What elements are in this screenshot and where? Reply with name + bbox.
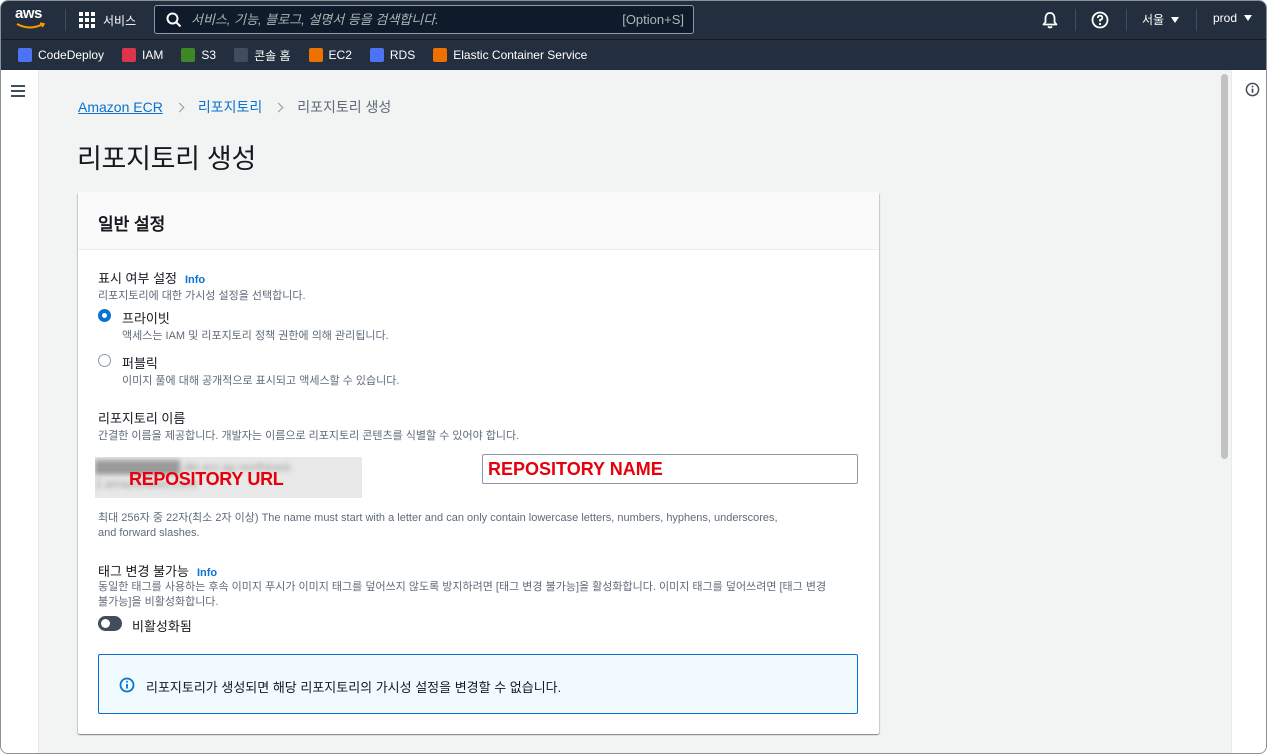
notifications-bell-icon[interactable] — [1040, 10, 1060, 30]
ec2-icon — [308, 48, 323, 62]
favorite-label: IAM — [142, 48, 164, 62]
repository-name-input[interactable] — [482, 454, 858, 484]
codedeploy-icon — [18, 48, 32, 62]
toggle-state-label: 비활성화됨 — [132, 619, 192, 634]
visibility-label: 표시 여부 설정 — [98, 271, 177, 286]
tag-immutability-description: 동일한 태그를 사용하는 후속 이미지 푸시가 이미지 태그를 덮어쓰지 않도록… — [98, 580, 858, 610]
favorite-ec2[interactable]: EC2 — [308, 48, 352, 62]
favorite-label: Elastic Container Service — [453, 48, 588, 62]
favorite-label: 콘솔 홈 — [254, 48, 291, 63]
radio-private[interactable] — [98, 309, 111, 322]
favorite-label: CodeDeploy — [38, 48, 105, 62]
scrollbar-thumb[interactable] — [1221, 74, 1228, 459]
panel-title: 일반 설정 — [98, 215, 166, 234]
favorite-s3[interactable]: S3 — [181, 48, 216, 62]
favorite-console-home[interactable]: 콘솔 홈 — [234, 47, 291, 64]
tools-panel-collapsed — [1231, 70, 1266, 753]
nav-divider — [65, 9, 66, 31]
page-title: 리포지토리 생성 — [77, 144, 256, 174]
s3-icon — [181, 48, 196, 62]
breadcrumb-amazon-ecr[interactable]: Amazon ECR — [78, 99, 163, 115]
grid-menu-icon — [79, 12, 95, 28]
tag-immutability-toggle[interactable] — [98, 616, 122, 631]
side-navigation-collapsed — [1, 70, 39, 753]
favorite-label: RDS — [389, 48, 416, 62]
alert-text: 리포지토리가 생성되면 해당 리포지토리의 가시성 설정을 변경할 수 없습니다… — [146, 680, 562, 695]
favorite-rds[interactable]: RDS — [369, 48, 416, 62]
account-label: prod — [1213, 11, 1238, 25]
services-label: 서비스 — [103, 13, 137, 28]
tag-immutability-info-link[interactable]: Info — [197, 567, 217, 579]
radio-public-label[interactable]: 퍼블릭 — [122, 353, 158, 372]
info-alert: 리포지토리가 생성되면 해당 리포지토리의 가시성 설정을 변경할 수 없습니다… — [98, 654, 858, 714]
info-icon — [119, 677, 135, 693]
breadcrumb-current: 리포지토리 생성 — [297, 99, 392, 115]
radio-public[interactable] — [98, 354, 111, 367]
constraint-line: 최대 256자 중 22자(최소 2자 이상) The name must st… — [98, 512, 778, 524]
radio-private-label[interactable]: 프라이빗 — [122, 308, 170, 327]
favorites-bar: CodeDeploy IAM S3 콘솔 홈 EC2 RDS Elastic C… — [1, 39, 1266, 70]
nav-divider — [1075, 9, 1076, 31]
aws-logo[interactable]: aws — [15, 6, 49, 32]
search-input[interactable] — [183, 12, 623, 27]
search-icon — [166, 12, 182, 27]
toggle-knob — [101, 619, 110, 628]
chevron-right-icon — [174, 102, 185, 112]
repo-name-constraint: 최대 256자 중 22자(최소 2자 이상) The name must st… — [98, 511, 858, 541]
iam-icon — [122, 48, 137, 62]
services-button[interactable]: 서비스 — [79, 10, 136, 30]
panel-header: 일반 설정 — [78, 192, 879, 250]
nav-divider — [1126, 9, 1127, 31]
info-panel-icon[interactable] — [1245, 82, 1260, 97]
visibility-field-label: 표시 여부 설정 Info — [98, 268, 205, 287]
aws-smile-icon — [16, 22, 46, 29]
tag-immutability-label: 태그 변경 불가능 — [98, 564, 189, 579]
repo-name-label: 리포지토리 이름 — [98, 411, 186, 426]
hamburger-menu-icon[interactable] — [11, 85, 25, 97]
visibility-info-link[interactable]: Info — [185, 274, 205, 286]
favorite-label: S3 — [201, 48, 217, 62]
top-navigation: aws 서비스 [Option+S] — [1, 1, 1266, 39]
rds-icon — [369, 48, 384, 62]
favorite-ecs[interactable]: Elastic Container Service — [433, 48, 587, 62]
ecs-icon — [433, 48, 448, 62]
search-shortcut-hint: [Option+S] — [622, 12, 684, 27]
console-home-icon — [234, 48, 249, 62]
favorite-codedeploy[interactable]: CodeDeploy — [18, 48, 104, 62]
tag-immutability-field-label: 태그 변경 불가능 Info — [98, 561, 217, 580]
aws-logo-text: aws — [15, 5, 42, 22]
favorite-label: EC2 — [328, 48, 352, 62]
constraint-line: and forward slashes. — [98, 527, 200, 539]
region-label: 서울 — [1142, 13, 1165, 27]
radio-private-description: 액세스는 IAM 및 리포지토리 정책 권한에 의해 관리됩니다. — [122, 330, 389, 342]
repo-name-description: 간결한 이름을 제공합니다. 개발자는 이름으로 리포지토리 콘텐츠를 식별할 … — [98, 430, 520, 442]
chevron-right-icon — [273, 102, 284, 112]
breadcrumb: Amazon ECR 리포지토리 리포지토리 생성 — [78, 97, 391, 117]
browser-frame: aws 서비스 [Option+S] — [0, 0, 1267, 754]
account-menu[interactable]: prod — [1213, 11, 1253, 25]
caret-down-icon — [1171, 16, 1180, 23]
repository-url-annotation: REPOSITORY URL — [129, 469, 284, 489]
description-line: 동일한 태그를 사용하는 후속 이미지 푸시가 이미지 태그를 덮어쓰지 않도록… — [98, 581, 827, 593]
radio-public-description: 이미지 풀에 대해 공개적으로 표시되고 액세스할 수 있습니다. — [122, 375, 400, 387]
visibility-description: 리포지토리에 대한 가시성 설정을 선택합니다. — [98, 290, 306, 302]
nav-divider — [1196, 9, 1197, 31]
region-selector[interactable]: 서울 — [1142, 11, 1180, 28]
search-bar[interactable]: [Option+S] — [154, 5, 694, 34]
scrollbar[interactable] — [1217, 70, 1231, 753]
caret-down-icon — [1244, 15, 1253, 21]
help-icon[interactable] — [1090, 10, 1110, 30]
breadcrumb-repositories[interactable]: 리포지토리 — [198, 97, 262, 117]
favorite-iam[interactable]: IAM — [122, 48, 163, 62]
description-line: 불가능]을 비활성화합니다. — [98, 596, 219, 608]
